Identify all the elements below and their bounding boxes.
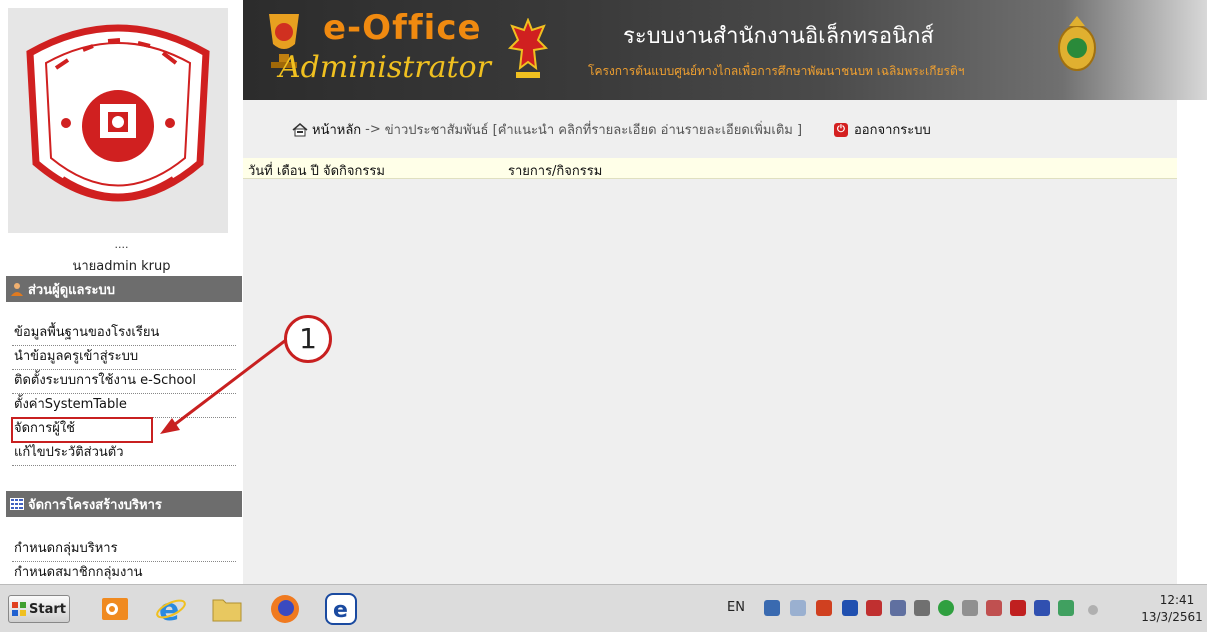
taskbar-ie-app[interactable]: e <box>150 592 192 626</box>
menu-install-eschool[interactable]: ติดตั้งระบบการใช้งาน e-School <box>12 370 236 394</box>
taskbar-firefox-app[interactable] <box>264 592 306 626</box>
garuda-emblem-icon <box>508 18 548 78</box>
start-label: Start <box>29 601 66 617</box>
column-activity: รายการ/กิจกรรม <box>508 164 603 179</box>
tray-tool-icon[interactable] <box>842 600 858 616</box>
brand-administrator-logo: Administrator <box>279 50 491 85</box>
menu-school-info[interactable]: ข้อมูลพื้นฐานของโรงเรียน <box>12 322 236 346</box>
tray-chat-icon[interactable] <box>790 600 806 616</box>
header-banner: e-Office Administrator ระบบงานสำนักงานอิ… <box>243 0 1207 100</box>
language-indicator[interactable]: EN <box>727 600 745 615</box>
outlook-icon <box>102 598 128 620</box>
power-icon: ⏻ <box>834 122 848 137</box>
e-app-icon: e <box>325 593 357 625</box>
tray-monitor-icon[interactable] <box>1034 600 1050 616</box>
tray-network-icon[interactable] <box>764 600 780 616</box>
school-logo <box>8 8 228 233</box>
folder-icon <box>212 599 242 622</box>
admin-section-header: ส่วนผู้ดูแลระบบ <box>6 276 242 302</box>
tray-globe-icon[interactable] <box>1058 600 1074 616</box>
content-right-margin <box>1177 100 1207 584</box>
svg-text:e: e <box>159 593 179 625</box>
grid-icon <box>10 498 24 510</box>
home-icon <box>292 122 308 136</box>
menu-group-members[interactable]: กำหนดสมาชิกกลุ่มงาน <box>12 562 236 586</box>
tray-dot-icon[interactable] <box>1088 605 1098 615</box>
menu-edit-profile[interactable]: แก้ไขประวัติส่วนตัว <box>12 442 236 466</box>
royal-emblem-icon <box>1058 16 1096 71</box>
breadcrumb-separator: -> <box>365 122 381 137</box>
news-table-header: วันที่ เดือน ปี จัดกิจกรรม รายการ/กิจกรร… <box>243 158 1177 179</box>
tray-signal-icon[interactable] <box>962 600 978 616</box>
tray-volume-icon[interactable] <box>986 600 1002 616</box>
user-status-dots: .... <box>114 238 129 251</box>
menu-admin-groups[interactable]: กำหนดกลุ่มบริหาร <box>12 538 236 562</box>
menu-system-table[interactable]: ตั้งค่าSystemTable <box>12 394 236 418</box>
admin-menu-list: ข้อมูลพื้นฐานของโรงเรียน นำข้อมูลครูเข้า… <box>11 322 236 466</box>
tray-antivirus-icon[interactable] <box>816 600 832 616</box>
clock-time[interactable]: 12:41 <box>1152 593 1202 607</box>
logout-button[interactable]: ⏻ ออกจากระบบ <box>834 119 931 140</box>
tray-device-icon[interactable] <box>914 600 930 616</box>
firefox-icon <box>271 595 299 623</box>
breadcrumb-current: ข่าวประชาสัมพันธ์ [คำแนะนำ คลิกที่รายละเ… <box>384 123 803 138</box>
school-emblem-icon <box>26 24 210 202</box>
system-title: ระบบงานสำนักงานอิเล็กทรอนิกส์ <box>623 24 934 49</box>
brand-eoffice-logo: e-Office <box>323 8 482 48</box>
clock-date[interactable]: 13/3/2561 <box>1140 610 1204 624</box>
taskbar-outlook-app[interactable] <box>94 592 136 626</box>
admin-section-title: ส่วนผู้ดูแลระบบ <box>28 282 115 298</box>
tray-wrench-icon[interactable] <box>890 600 906 616</box>
breadcrumb-home-link[interactable]: หน้าหลัก <box>312 119 361 140</box>
menu-manage-users[interactable]: จัดการผู้ใช้ <box>11 417 153 443</box>
org-section-header: จัดการโครงสร้างบริหาร <box>6 491 242 517</box>
taskbar-e-app[interactable]: e <box>320 592 362 626</box>
left-sidebar: .... นายadmin krup ส่วนผู้ดูแลระบบ ข้อมู… <box>0 0 243 586</box>
taskbar: Start e e EN 12:41 13/3/2561 <box>0 584 1207 632</box>
svg-text:e: e <box>333 598 348 623</box>
windows-logo-icon <box>12 602 26 616</box>
internet-explorer-icon: e <box>156 593 186 625</box>
system-subtitle: โครงการต้นแบบศูนย์ทางไกลเพื่อการศึกษาพัฒ… <box>588 64 965 78</box>
column-date: วันที่ เดือน ปี จัดกิจกรรม <box>248 164 385 179</box>
logout-label: ออกจากระบบ <box>854 123 931 138</box>
menu-import-teachers[interactable]: นำข้อมูลครูเข้าสู่ระบบ <box>12 346 236 370</box>
admin-user-icon <box>11 283 23 296</box>
annotation-callout: 1 <box>284 315 332 363</box>
tray-update-icon[interactable] <box>938 600 954 616</box>
tray-flag-icon[interactable] <box>866 600 882 616</box>
tray-shield-icon[interactable] <box>1010 600 1026 616</box>
start-button[interactable]: Start <box>8 595 70 623</box>
breadcrumb: หน้าหลัก -> ข่าวประชาสัมพันธ์ [คำแนะนำ ค… <box>292 119 802 140</box>
taskbar-file-explorer-app[interactable] <box>206 592 248 626</box>
org-menu-list: กำหนดกลุ่มบริหาร กำหนดสมาชิกกลุ่มงาน <box>12 538 236 586</box>
org-section-title: จัดการโครงสร้างบริหาร <box>28 497 162 513</box>
logged-in-user-name: นายadmin krup <box>72 259 171 274</box>
